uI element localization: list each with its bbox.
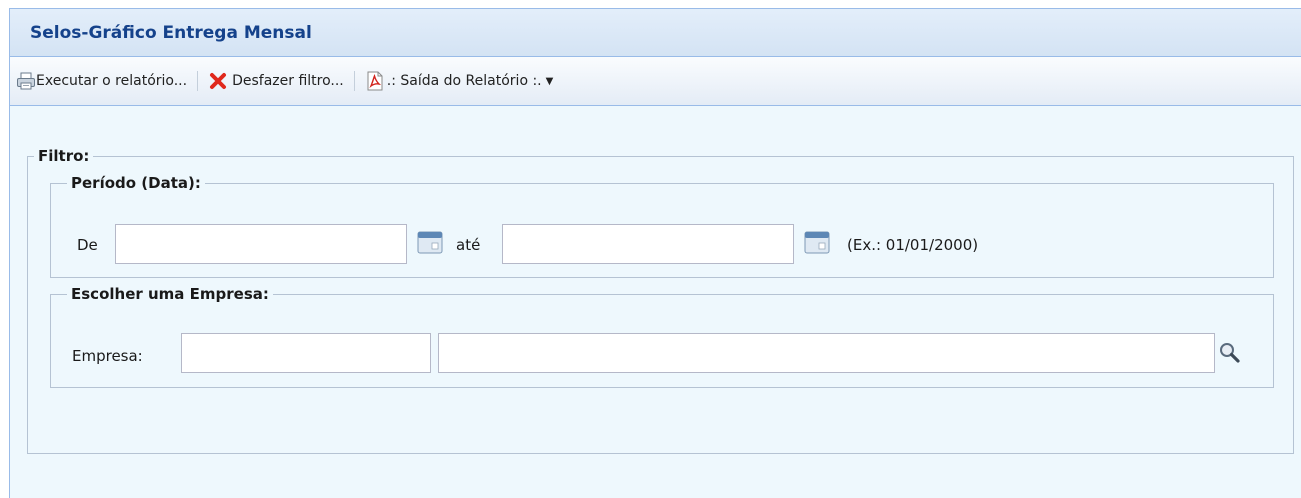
- undo-filter-label: Desfazer filtro...: [232, 73, 344, 89]
- filter-legend: Filtro:: [34, 147, 94, 165]
- toolbar-separator: [353, 71, 355, 91]
- run-report-label: Executar o relatório...: [36, 73, 188, 89]
- magnifier-icon[interactable]: [1218, 341, 1242, 365]
- period-fieldset: Período (Data): De até (Ex.: 01/01/2000): [50, 174, 1274, 278]
- date-to-input[interactable]: [502, 224, 794, 264]
- report-toolbar: Executar o relatório... Desfazer filtro.…: [10, 57, 1301, 106]
- report-output-label: .: Saída do Relatório :.: [386, 73, 542, 89]
- company-code-input[interactable]: [181, 333, 431, 373]
- date-format-example: (Ex.: 01/01/2000): [847, 236, 979, 254]
- run-report-button[interactable]: Executar o relatório...: [16, 67, 187, 95]
- report-panel: Selos-Gráfico Entrega Mensal Executar o …: [9, 8, 1301, 498]
- calendar-icon[interactable]: [416, 229, 444, 257]
- panel-header: Selos-Gráfico Entrega Mensal: [10, 9, 1301, 57]
- toolbar-separator: [197, 71, 199, 91]
- to-label: até: [456, 236, 481, 254]
- company-name-input[interactable]: [438, 333, 1215, 373]
- chevron-down-icon: ▼: [545, 75, 554, 87]
- red-x-icon: [208, 71, 228, 91]
- printer-icon: [16, 71, 36, 91]
- calendar-icon[interactable]: [803, 229, 831, 257]
- company-label: Empresa:: [72, 347, 143, 365]
- date-from-input[interactable]: [115, 224, 407, 264]
- filter-fieldset: Filtro: Período (Data): De até (Ex.: 01/…: [27, 147, 1294, 454]
- form-area: Filtro: Período (Data): De até (Ex.: 01/…: [10, 106, 1301, 498]
- panel-title: Selos-Gráfico Entrega Mensal: [30, 23, 312, 43]
- from-label: De: [77, 236, 98, 254]
- report-output-menu[interactable]: .: Saída do Relatório :. ▼: [365, 67, 554, 95]
- period-legend: Período (Data):: [67, 174, 205, 192]
- company-fieldset: Escolher uma Empresa: Empresa:: [50, 285, 1274, 388]
- company-legend: Escolher uma Empresa:: [67, 285, 273, 303]
- pdf-icon: [365, 71, 385, 91]
- undo-filter-button[interactable]: Desfazer filtro...: [208, 67, 344, 95]
